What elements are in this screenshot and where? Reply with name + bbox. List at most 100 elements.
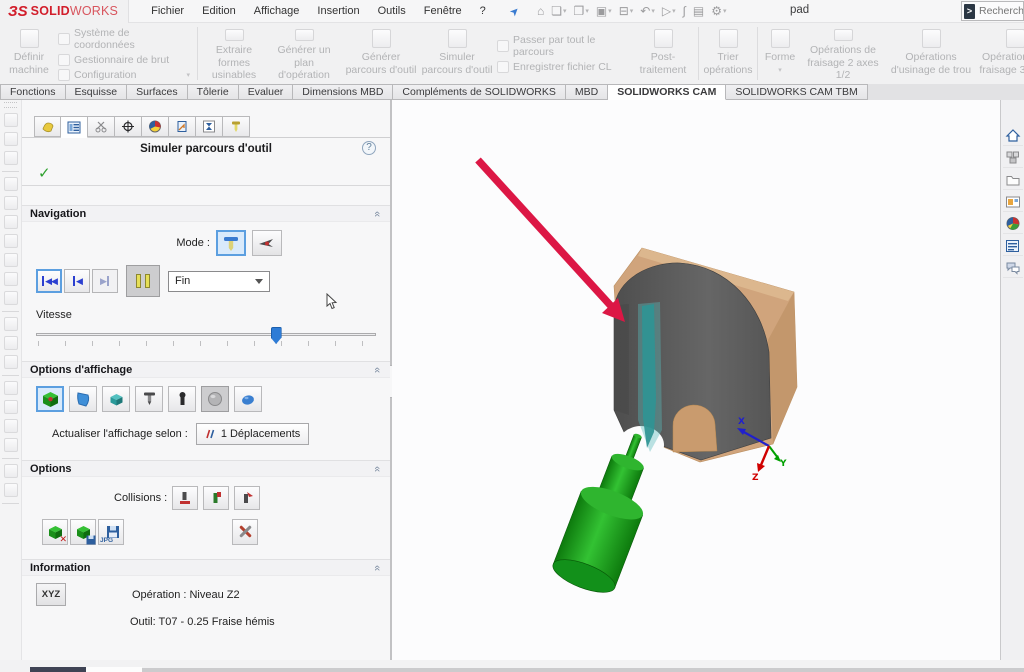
tab-property-manager[interactable] bbox=[61, 116, 88, 138]
new-document-icon[interactable]: ❏▾ bbox=[551, 4, 566, 18]
show-fixture-button[interactable] bbox=[102, 386, 130, 412]
ribbon-generate-toolpath[interactable]: Générer parcours d'outil bbox=[341, 25, 421, 82]
cam-operation-icon[interactable] bbox=[4, 317, 18, 331]
show-target-button[interactable] bbox=[69, 386, 97, 412]
ribbon-configuration[interactable]: Configuration▾ bbox=[58, 69, 190, 81]
list-icon[interactable]: ▤ bbox=[693, 4, 704, 18]
resources-home-button[interactable] bbox=[1003, 126, 1023, 146]
tab-solidworks-cam-tbm[interactable]: SOLIDWORKS CAM TBM bbox=[726, 84, 867, 100]
appearances-button[interactable] bbox=[1003, 214, 1023, 234]
show-stock-button[interactable] bbox=[36, 386, 64, 412]
design-library-button[interactable] bbox=[1003, 148, 1023, 168]
save-image-button[interactable]: JPG bbox=[98, 519, 124, 545]
previous-step-button[interactable]: ◀ bbox=[64, 269, 90, 293]
collapse-chevron-icon[interactable]: « bbox=[371, 210, 383, 216]
simulation-settings-button[interactable] bbox=[232, 519, 258, 545]
pin-icon[interactable]: ➤ bbox=[507, 3, 523, 19]
cam-operation-icon[interactable] bbox=[4, 483, 18, 497]
collapse-chevron-icon[interactable]: « bbox=[371, 465, 383, 471]
custom-properties-button[interactable] bbox=[1003, 236, 1023, 256]
toolbar-grip[interactable] bbox=[4, 102, 17, 108]
section-information[interactable]: Information « bbox=[22, 559, 390, 576]
save-icon[interactable]: ▣▾ bbox=[596, 4, 612, 18]
help-icon[interactable]: ? bbox=[362, 141, 376, 155]
show-leftover-button[interactable] bbox=[234, 386, 262, 412]
cam-operation-icon[interactable] bbox=[4, 215, 18, 229]
show-shaded-button[interactable] bbox=[201, 386, 229, 412]
show-holder-button[interactable] bbox=[168, 386, 196, 412]
cam-operation-icon[interactable] bbox=[4, 272, 18, 286]
cam-operation-icon[interactable] bbox=[4, 132, 18, 146]
search-icon[interactable]: > bbox=[964, 4, 975, 19]
tab-complements-solidworks[interactable]: Compléments de SOLIDWORKS bbox=[393, 84, 565, 100]
section-display-options[interactable]: Options d'affichage « bbox=[22, 361, 390, 378]
graphics-viewport[interactable]: X Y Z bbox=[392, 100, 1000, 660]
collision-holder-button[interactable] bbox=[203, 486, 229, 510]
section-navigation[interactable]: Navigation « bbox=[22, 205, 390, 222]
ribbon-mill-2axis[interactable]: Opérations de fraisage 2 axes 1/2 bbox=[799, 25, 887, 82]
cam-operation-icon[interactable] bbox=[4, 400, 18, 414]
ribbon-shape[interactable]: Forme ▾ bbox=[761, 25, 799, 82]
show-tool-button[interactable] bbox=[135, 386, 163, 412]
tab-esquisse[interactable]: Esquisse bbox=[66, 84, 128, 100]
ribbon-extract-features[interactable]: Extraire formes usinables bbox=[201, 25, 267, 82]
tab-feature-manager[interactable] bbox=[34, 116, 61, 137]
home-icon[interactable]: ⌂ bbox=[537, 4, 544, 18]
menu-fichier[interactable]: Fichier bbox=[151, 5, 184, 18]
tab-surfaces[interactable]: Surfaces bbox=[127, 84, 187, 100]
menu-help[interactable]: ? bbox=[480, 5, 486, 18]
collision-stop-button[interactable] bbox=[172, 486, 198, 510]
go-to-start-button[interactable]: ◀◀ bbox=[36, 269, 62, 293]
ribbon-sort-operations[interactable]: Trier opérations bbox=[702, 25, 754, 82]
speed-slider[interactable] bbox=[36, 326, 376, 348]
search-input[interactable] bbox=[979, 5, 1023, 17]
menu-edition[interactable]: Edition bbox=[202, 5, 236, 18]
record-video-button[interactable] bbox=[70, 519, 96, 545]
cam-operation-icon[interactable] bbox=[4, 355, 18, 369]
slider-track[interactable] bbox=[36, 333, 376, 336]
cam-operation-icon[interactable] bbox=[4, 291, 18, 305]
ribbon-define-machine[interactable]: Définir machine bbox=[4, 25, 54, 82]
cam-operation-icon[interactable] bbox=[4, 438, 18, 452]
cam-operation-icon[interactable] bbox=[4, 151, 18, 165]
ok-check-button[interactable]: ✓ bbox=[38, 164, 51, 182]
position-dropdown[interactable]: Fin bbox=[168, 271, 270, 292]
file-explorer-button[interactable] bbox=[1003, 170, 1023, 190]
ribbon-stock-manager[interactable]: Gestionnaire de brut bbox=[58, 54, 190, 66]
next-step-button[interactable]: ▶ bbox=[92, 269, 118, 293]
attach-icon[interactable]: ∫ bbox=[683, 4, 686, 18]
tab-appearances[interactable] bbox=[142, 116, 169, 137]
section-options[interactable]: Options « bbox=[22, 460, 390, 477]
cam-operation-icon[interactable] bbox=[4, 234, 18, 248]
forum-button[interactable] bbox=[1003, 258, 1023, 278]
xyz-coordinates-button[interactable]: XYZ bbox=[36, 583, 66, 606]
tab-solidworks-cam[interactable]: SOLIDWORKS CAM bbox=[608, 84, 726, 100]
stop-record-button[interactable]: ✕ bbox=[42, 519, 68, 545]
ribbon-post-process[interactable]: Post-traitement bbox=[631, 25, 695, 82]
collapse-chevron-icon[interactable]: « bbox=[371, 366, 383, 372]
print-icon[interactable]: ⊟▾ bbox=[619, 4, 634, 18]
search-box[interactable]: > bbox=[961, 1, 1024, 21]
cam-operation-icon[interactable] bbox=[4, 336, 18, 350]
ribbon-step-through[interactable]: Passer par tout le parcours bbox=[497, 34, 627, 58]
menu-fenetre[interactable]: Fenêtre bbox=[424, 5, 462, 18]
select-icon[interactable]: ▷▾ bbox=[662, 4, 676, 18]
tab-mbd[interactable]: MBD bbox=[566, 84, 608, 100]
menu-affichage[interactable]: Affichage bbox=[254, 5, 300, 18]
cam-operation-icon[interactable] bbox=[4, 253, 18, 267]
options-gear-icon[interactable]: ⚙▾ bbox=[711, 4, 726, 18]
menu-insertion[interactable]: Insertion bbox=[317, 5, 359, 18]
tab-fonctions[interactable]: Fonctions bbox=[0, 84, 66, 100]
cam-operation-icon[interactable] bbox=[4, 177, 18, 191]
undo-icon[interactable]: ↶▾ bbox=[640, 4, 655, 18]
ribbon-generate-plan[interactable]: Générer un plan d'opération bbox=[267, 25, 341, 82]
tool-mode-button[interactable] bbox=[216, 230, 246, 256]
ribbon-coord-system[interactable]: Système de coordonnées bbox=[58, 27, 190, 51]
tab-configuration-manager[interactable] bbox=[88, 116, 115, 137]
ribbon-mill-3axis[interactable]: Opérations de fraisage 3 axes bbox=[975, 25, 1024, 82]
ribbon-simulate-toolpath[interactable]: Simuler parcours d'outil bbox=[421, 25, 493, 82]
tab-dimensions-mbd[interactable]: Dimensions MBD bbox=[293, 84, 393, 100]
ribbon-hole-machining[interactable]: Opérations d'usinage de trou bbox=[887, 25, 975, 82]
tab-tolerie[interactable]: Tôlerie bbox=[188, 84, 239, 100]
menu-outils[interactable]: Outils bbox=[378, 5, 406, 18]
